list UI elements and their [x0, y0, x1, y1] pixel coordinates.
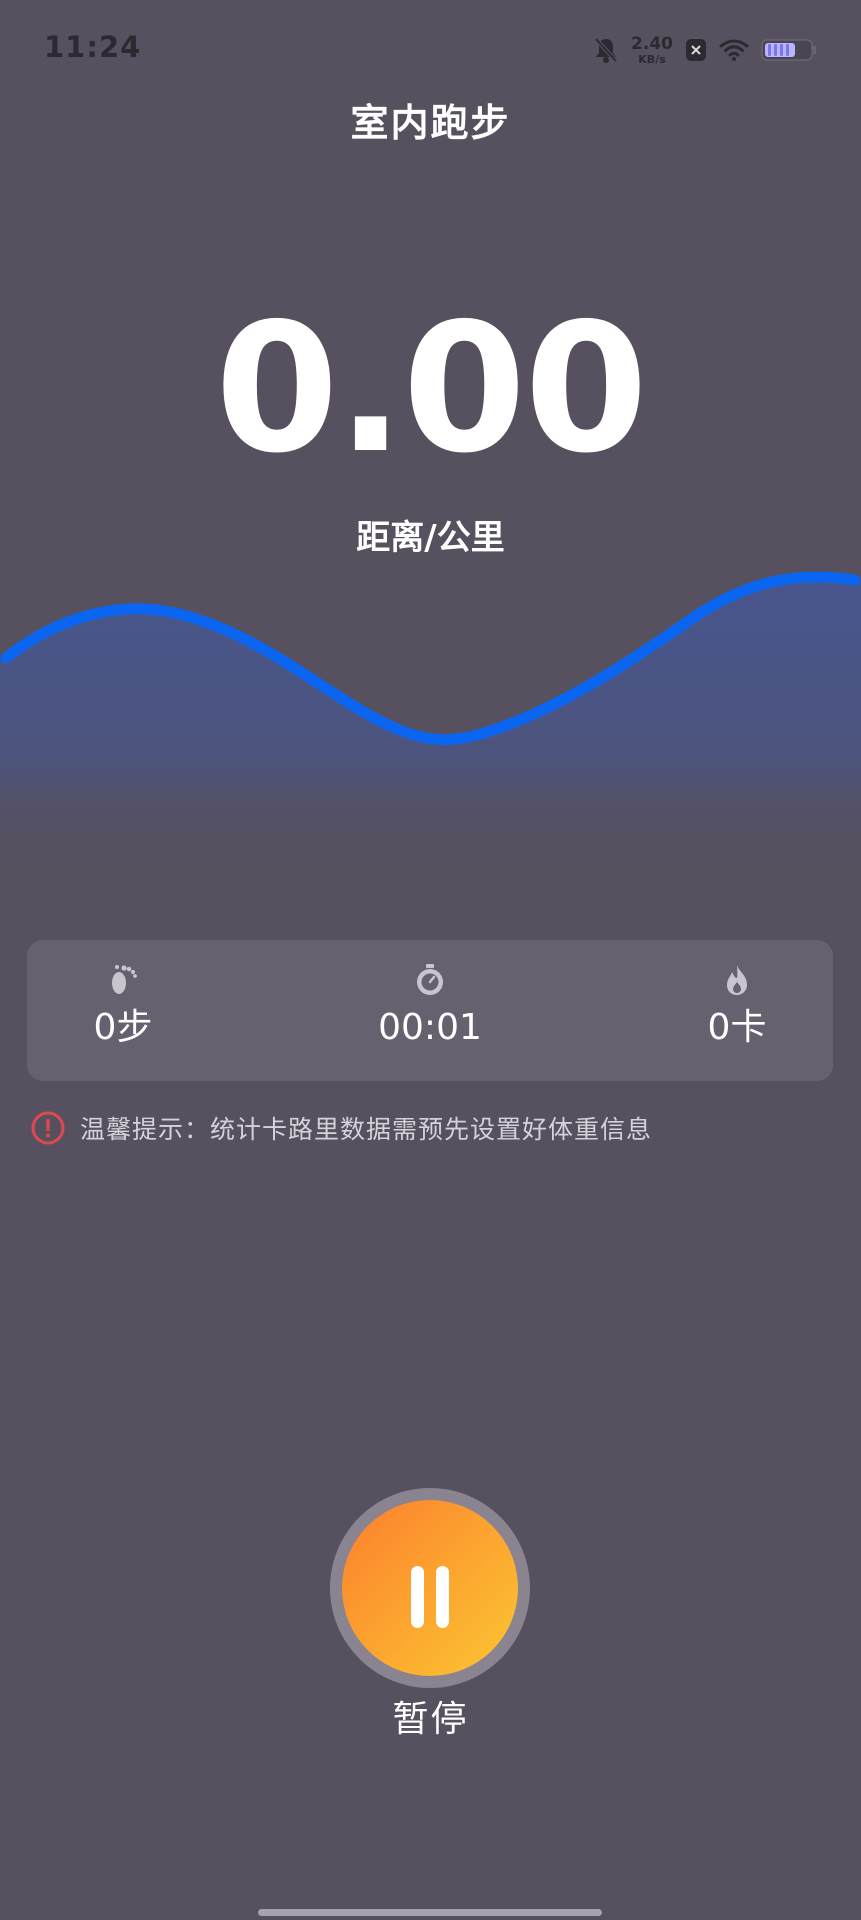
pause-label: 暂停 — [392, 1699, 469, 1740]
pause-button[interactable] — [342, 1500, 518, 1676]
net-speed: 2.40 KB/s — [631, 33, 673, 66]
pause-bar-right — [436, 1566, 449, 1628]
steps-value: 0步 — [93, 1007, 153, 1048]
calories-value: 0卡 — [707, 1007, 767, 1048]
status-bar: 11:24 2.40 KB/s — [0, 0, 861, 100]
stats-card: 0步 00:01 0卡 — [27, 940, 833, 1081]
tip-text: 温馨提示：统计卡路里数据需预先设置好体重信息 — [80, 1115, 653, 1144]
net-speed-unit: KB/s — [638, 52, 666, 66]
pause-bar-left — [411, 1566, 424, 1628]
net-speed-value: 2.40 — [631, 33, 673, 54]
duration-value: 00:01 — [378, 1007, 482, 1048]
close-box-icon — [686, 39, 706, 61]
bell-muted-icon — [594, 37, 618, 63]
wave-area — [0, 576, 861, 880]
distance-value: 0.00 — [214, 285, 648, 492]
page-title: 室内跑步 — [350, 101, 511, 145]
status-icons: 2.40 KB/s — [593, 32, 817, 68]
home-indicator[interactable] — [258, 1909, 602, 1916]
wave-decoration — [0, 571, 861, 880]
stat-duration: 00:01 — [330, 962, 530, 1046]
battery-icon — [761, 39, 816, 61]
flame-icon — [727, 965, 747, 995]
stat-calories: 0卡 — [637, 962, 837, 1046]
footprints-icon — [112, 965, 137, 994]
status-time: 11:24 — [44, 30, 142, 64]
stopwatch-icon — [417, 964, 443, 995]
weight-tip: 温馨提示：统计卡路里数据需预先设置好体重信息 — [30, 1108, 652, 1148]
pause-button-ring[interactable] — [330, 1488, 530, 1688]
warning-circle-icon — [31, 1111, 65, 1145]
indoor-run-screen: 11:24 2.40 KB/s 室内跑步 0.00 距离/公里 0步 00:01… — [0, 0, 861, 1920]
wifi-icon — [719, 39, 749, 61]
stat-steps: 0步 — [23, 962, 223, 1046]
